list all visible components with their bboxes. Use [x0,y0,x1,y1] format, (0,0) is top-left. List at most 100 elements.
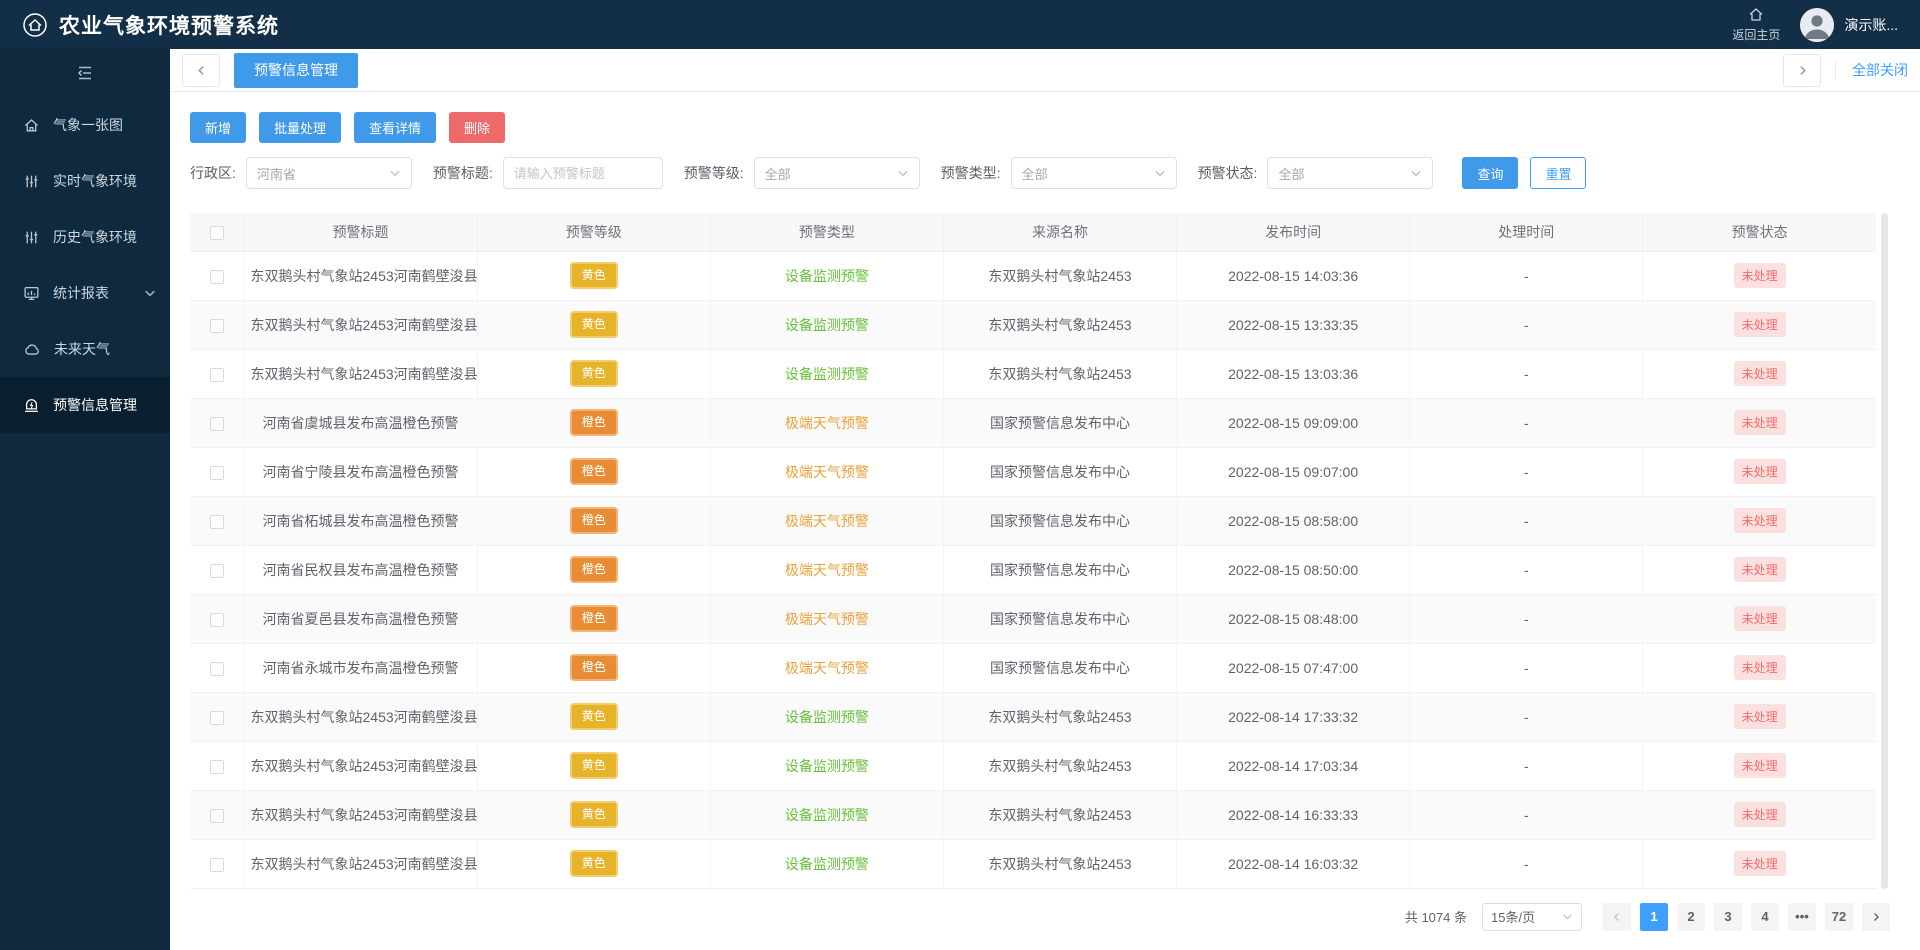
table-row[interactable]: 河南省民权县发布高温橙色预警橙色极端天气预警国家预警信息发布中心2022-08-… [190,545,1876,594]
warning-title-input[interactable] [503,157,663,189]
table-row[interactable]: 河南省虞城县发布高温橙色预警橙色极端天气预警国家预警信息发布中心2022-08-… [190,398,1876,447]
sidebar-item-label: 实时气象环境 [53,171,137,191]
publish-time-cell: 2022-08-15 13:33:35 [1177,300,1410,349]
realtime-data-icon [23,173,40,190]
next-page-button[interactable] [1862,903,1890,931]
row-checkbox[interactable] [210,270,224,284]
warning-level-select[interactable]: 全部 [754,157,920,189]
table-row[interactable]: 东双鹅头村气象站2453河南鹤壁浚县黄色设备监测预警东双鹅头村气象站245320… [190,839,1876,888]
fold-menu-icon[interactable] [0,49,170,97]
page-button-1[interactable]: 1 [1640,903,1668,931]
status-badge: 未处理 [1734,753,1786,778]
add-button[interactable]: 新增 [190,112,246,143]
warning-type-select[interactable]: 全部 [1011,157,1177,189]
handle-time-cell: - [1410,643,1643,692]
chevron-down-icon [1410,167,1422,179]
sidebar-menu: 气象一张图实时气象环境历史气象环境统计报表未来天气预警信息管理 [0,97,170,433]
row-checkbox[interactable] [210,613,224,627]
row-checkbox[interactable] [210,760,224,774]
page-button-72[interactable]: 72 [1825,903,1853,931]
table-scrollbar[interactable] [1881,213,1888,889]
table-row[interactable]: 河南省永城市发布高温橙色预警橙色极端天气预警国家预警信息发布中心2022-08-… [190,643,1876,692]
page-button-3[interactable]: 3 [1714,903,1742,931]
tab-warning-info-management[interactable]: 预警信息管理 [234,53,358,88]
username-label[interactable]: 演示账... [1844,15,1898,35]
row-checkbox[interactable] [210,564,224,578]
status-badge: 未处理 [1734,802,1786,827]
sidebar-item-4[interactable]: 未来天气 [0,321,170,377]
search-button[interactable]: 查询 [1462,157,1518,189]
tab-scroll-left-button[interactable] [182,54,220,87]
row-checkbox[interactable] [210,368,224,382]
prev-page-button[interactable] [1603,903,1631,931]
avatar[interactable] [1800,8,1834,42]
row-checkbox[interactable] [210,858,224,872]
app-brand: 农业气象环境预警系统 [22,10,279,40]
tab-scroll-right-button[interactable] [1783,54,1821,87]
table-row[interactable]: 河南省宁陵县发布高温橙色预警橙色极端天气预警国家预警信息发布中心2022-08-… [190,447,1876,496]
select-all-checkbox[interactable] [210,226,224,240]
sidebar-item-5[interactable]: 预警信息管理 [0,377,170,433]
table-row[interactable]: 东双鹅头村气象站2453河南鹤壁浚县黄色设备监测预警东双鹅头村气象站245320… [190,251,1876,300]
sidebar-item-2[interactable]: 历史气象环境 [0,209,170,265]
publish-time-cell: 2022-08-15 08:58:00 [1177,496,1410,545]
page-button-2[interactable]: 2 [1677,903,1705,931]
user-menu[interactable]: 演示账... [1800,8,1898,42]
close-all-tabs-button[interactable]: 全部关闭 [1835,60,1908,80]
warning-title-cell: 河南省民权县发布高温橙色预警 [244,545,477,594]
sidebar-item-1[interactable]: 实时气象环境 [0,153,170,209]
table-row[interactable]: 东双鹅头村气象站2453河南鹤壁浚县黄色设备监测预警东双鹅头村气象站245320… [190,741,1876,790]
table-row[interactable]: 东双鹅头村气象站2453河南鹤壁浚县黄色设备监测预警东双鹅头村气象站245320… [190,790,1876,839]
reset-button[interactable]: 重置 [1530,157,1586,189]
batch-process-button[interactable]: 批量处理 [259,112,341,143]
warning-title-cell: 东双鹅头村气象站2453河南鹤壁浚县 [244,741,477,790]
chevron-down-icon [144,287,156,299]
row-checkbox[interactable] [210,319,224,333]
sidebar-item-3[interactable]: 统计报表 [0,265,170,321]
status-badge: 未处理 [1734,508,1786,533]
delete-button[interactable]: 删除 [449,112,505,143]
status-badge: 未处理 [1734,655,1786,680]
sidebar-item-label: 气象一张图 [53,115,123,135]
status-badge: 未处理 [1734,459,1786,484]
page-button-4[interactable]: 4 [1751,903,1779,931]
more-pages-button[interactable]: ••• [1788,903,1816,931]
sidebar-item-label: 预警信息管理 [53,395,137,415]
page-size-select[interactable]: 15条/页 [1482,903,1582,931]
table-row[interactable]: 东双鹅头村气象站2453河南鹤壁浚县黄色设备监测预警东双鹅头村气象站245320… [190,349,1876,398]
warning-type-cell: 设备监测预警 [710,300,943,349]
warning-title-cell: 东双鹅头村气象站2453河南鹤壁浚县 [244,692,477,741]
row-checkbox[interactable] [210,466,224,480]
table-row[interactable]: 东双鹅头村气象站2453河南鹤壁浚县黄色设备监测预警东双鹅头村气象站245320… [190,300,1876,349]
sidebar-item-0[interactable]: 气象一张图 [0,97,170,153]
alarm-icon [23,397,40,414]
level-badge: 黄色 [570,360,618,386]
chevron-down-icon [897,167,909,179]
table-row[interactable]: 河南省柘城县发布高温橙色预警橙色极端天气预警国家预警信息发布中心2022-08-… [190,496,1876,545]
table-row[interactable]: 东双鹅头村气象站2453河南鹤壁浚县黄色设备监测预警东双鹅头村气象站245320… [190,692,1876,741]
status-badge: 未处理 [1734,361,1786,386]
warning-title-cell: 河南省柘城县发布高温橙色预警 [244,496,477,545]
table-row[interactable]: 河南省夏邑县发布高温橙色预警橙色极端天气预警国家预警信息发布中心2022-08-… [190,594,1876,643]
warning-title-cell: 河南省虞城县发布高温橙色预警 [244,398,477,447]
row-checkbox[interactable] [210,662,224,676]
level-badge: 橙色 [570,458,618,484]
column-header: 处理时间 [1410,213,1643,251]
warning-status-select[interactable]: 全部 [1267,157,1433,189]
total-count-label: 共 1074 条 [1405,907,1467,926]
row-checkbox[interactable] [210,711,224,725]
handle-time-cell: - [1410,300,1643,349]
view-detail-button[interactable]: 查看详情 [354,112,436,143]
warning-title-cell: 东双鹅头村气象站2453河南鹤壁浚县 [244,349,477,398]
region-select[interactable]: 河南省 [246,157,412,189]
warning-type-cell: 极端天气预警 [710,594,943,643]
level-badge: 黄色 [570,262,618,288]
column-header: 发布时间 [1177,213,1410,251]
handle-time-cell: - [1410,790,1643,839]
return-home-button[interactable]: 返回主页 [1732,7,1780,43]
row-checkbox[interactable] [210,809,224,823]
row-checkbox[interactable] [210,515,224,529]
row-checkbox[interactable] [210,417,224,431]
source-cell: 国家预警信息发布中心 [943,496,1176,545]
status-badge: 未处理 [1734,263,1786,288]
